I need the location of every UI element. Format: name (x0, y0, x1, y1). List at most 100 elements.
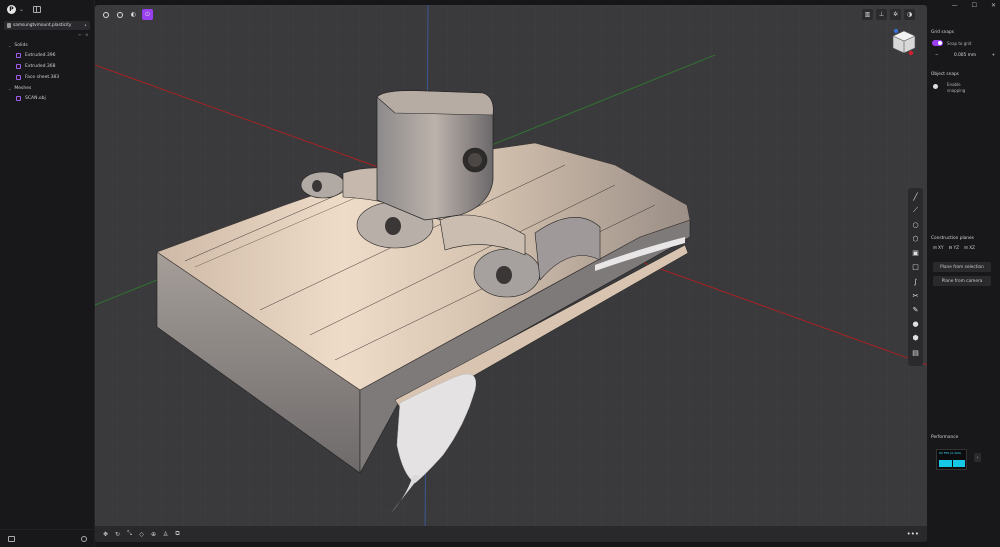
performance-bar (939, 460, 952, 467)
tree-item-label: Extruded.396 (25, 53, 56, 58)
tree-group-meshes[interactable]: ⌄ Meshes (0, 83, 95, 93)
cube-icon[interactable]: ⬢ (911, 333, 920, 344)
snap-to-grid-label: Snap to grid (947, 41, 972, 46)
increment-button[interactable]: + (991, 53, 995, 58)
shading-icon[interactable]: ◐ (128, 9, 139, 20)
gear-icon[interactable]: ✲ (890, 9, 901, 20)
group-icon[interactable]: ⊕ (150, 531, 157, 538)
object-snaps-title: Object snaps (931, 72, 959, 77)
plane-from-selection-button[interactable]: Plane from selection (933, 262, 991, 272)
plane-from-camera-button[interactable]: Plane from camera (933, 276, 991, 286)
mesh-icon (16, 96, 21, 101)
info-icon[interactable] (114, 9, 125, 20)
circle-icon[interactable]: ○ (911, 219, 920, 230)
plane-buttons: ⊟ XY ⊟ YZ ⊟ XZ (933, 246, 975, 251)
tower-top (376, 90, 494, 116)
scene-canvas[interactable] (95, 5, 927, 542)
tree-item[interactable]: SCAN.obj (0, 93, 95, 104)
snap-value[interactable]: 0.005 mm (954, 53, 976, 58)
hinge-hole (385, 217, 401, 235)
viewport-bottom-toolbar: ✥ ↻ ⤡ ◇ ⊕ ♙ ⧉ ••• (95, 526, 927, 542)
performance-readout: 60 FPS (0-200) (939, 451, 962, 455)
sphere-icon[interactable]: ● (911, 319, 920, 330)
tree-item-label: SCAN.obj (25, 96, 46, 101)
group-label: Meshes (14, 85, 32, 91)
solid-icon (16, 64, 21, 69)
plane-yz-button[interactable]: ⊟ YZ (949, 246, 960, 251)
curve-icon[interactable]: ⟋ (911, 205, 920, 216)
building-icon[interactable]: ▥ (862, 9, 873, 20)
enable-snapping-label: snapping (947, 88, 966, 93)
plane-xz-button[interactable]: ⊟ XZ (964, 246, 975, 251)
window-controls: — ☐ ✕ (952, 2, 996, 9)
file-tab-label: samsungtvmount.plasticity (13, 23, 72, 28)
more-options-button[interactable]: ••• (907, 530, 919, 538)
scissors-icon[interactable]: ✂ (911, 290, 920, 301)
group-label: Solids (14, 42, 28, 48)
move-icon[interactable]: ✥ (102, 531, 109, 538)
plane-label: XZ (969, 246, 975, 251)
maximize-icon[interactable]: ☐ (972, 2, 977, 9)
hinge-hole (496, 266, 512, 284)
plane-xy-button[interactable]: ⊟ XY (933, 246, 944, 251)
power-icon[interactable]: ⏻ (142, 9, 153, 20)
construction-planes-title: Construction planes (931, 236, 974, 241)
chevron-down-icon[interactable]: ⌄ (19, 6, 24, 13)
minimize-icon[interactable]: — (952, 2, 958, 9)
snap-value-stepper[interactable]: − 0.005 mm + (935, 51, 995, 60)
solid-icon (16, 75, 21, 80)
axes-icon[interactable]: ⊥ (876, 9, 887, 20)
contrast-icon[interactable]: ◑ (904, 9, 915, 20)
hierarchy-icon[interactable]: ♙ (162, 531, 169, 538)
tree-item[interactable]: Face sheet.383 (0, 72, 95, 83)
file-tab[interactable]: samsungtvmount.plasticity • (4, 21, 90, 30)
line-icon[interactable]: ╱ (911, 191, 920, 202)
hinge-hole (312, 180, 322, 192)
viewport-toolbar-left: ◐ ⏻ (100, 9, 153, 20)
decrement-button[interactable]: − (935, 53, 939, 58)
3d-viewport[interactable]: ◐ ⏻ ▥ ⊥ ✲ ◑ ╱ ⟋ ○ ⬡ ▣ □ ∫ ✂ ✎ ● ⬢ ▤ ✥ ↻ … (95, 5, 927, 542)
cylinder-icon[interactable]: ▤ (911, 347, 920, 358)
outliner-sidebar: P ⌄ samsungtvmount.plasticity • ≡ · ⊕ ⌄ … (0, 0, 95, 547)
box-icon[interactable]: ▣ (911, 248, 920, 259)
scale-icon[interactable]: ⤡ (126, 530, 133, 538)
pen-icon[interactable]: ✎ (911, 305, 920, 316)
tree-group-solids[interactable]: ⌄ Solids (0, 40, 95, 50)
view-cube[interactable] (891, 27, 917, 57)
zoom-icon[interactable] (81, 535, 87, 542)
calendar-icon[interactable] (8, 535, 15, 542)
enable-snapping-radio[interactable] (933, 84, 938, 89)
tag-icon[interactable]: ◇ (138, 531, 145, 538)
object-tree: ⌄ Solids Extruded.396 Extruded.368 Face … (0, 40, 95, 104)
tab-close-icon[interactable]: • (84, 23, 87, 29)
sidebar-footer (0, 529, 95, 547)
rotate-icon[interactable]: ↻ (114, 531, 121, 538)
creation-toolbar: ╱ ⟋ ○ ⬡ ▣ □ ∫ ✂ ✎ ● ⬢ ▤ (908, 188, 923, 366)
snap-to-grid-toggle[interactable] (932, 40, 943, 46)
enable-snapping-label: Enable (947, 82, 961, 87)
performance-bar (953, 460, 965, 467)
tree-item[interactable]: Extruded.396 (0, 50, 95, 61)
settings-icon[interactable] (100, 9, 111, 20)
plane-label: XY (937, 246, 944, 251)
toggle-sidebar-icon[interactable] (33, 5, 42, 13)
performance-toggle-icon[interactable]: › (974, 453, 981, 462)
duplicate-icon[interactable]: ⧉ (174, 530, 181, 538)
tab-tools[interactable]: ≡ · ⊕ (78, 32, 89, 37)
performance-title: Performance (931, 435, 959, 440)
square-icon[interactable]: □ (911, 262, 920, 273)
hexagon-icon[interactable]: ⬡ (911, 234, 920, 245)
plane-label: YZ (953, 246, 960, 251)
chevron-down-icon[interactable]: ⌄ (8, 43, 11, 48)
file-icon (7, 23, 11, 28)
app-header: P ⌄ (0, 0, 94, 18)
tree-item-label: Face sheet.383 (25, 75, 60, 80)
chevron-down-icon[interactable]: ⌄ (8, 86, 11, 91)
tree-item[interactable]: Extruded.368 (0, 61, 95, 72)
solid-icon (16, 53, 21, 58)
grid-snaps-title: Grid snaps (931, 30, 954, 35)
app-logo-icon[interactable]: P (7, 4, 16, 14)
tower-hole-inner (468, 153, 482, 167)
spline-icon[interactable]: ∫ (911, 276, 920, 287)
close-icon[interactable]: ✕ (991, 2, 996, 9)
